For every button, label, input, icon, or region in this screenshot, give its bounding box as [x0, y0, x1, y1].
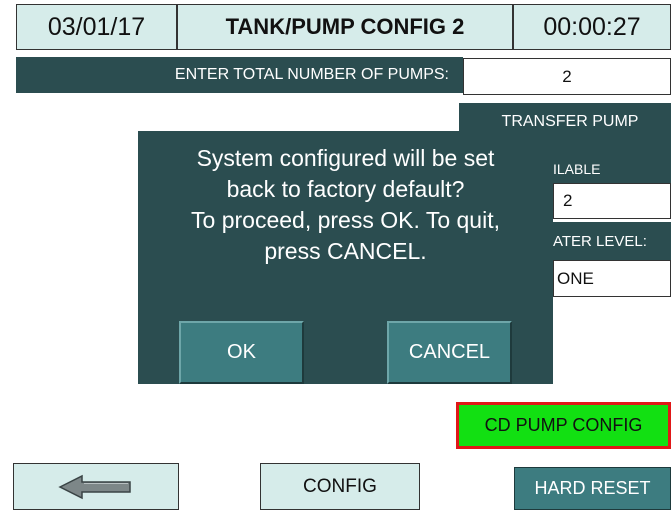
ok-button[interactable]: OK [179, 321, 304, 384]
page-title: TANK/PUMP CONFIG 2 [177, 4, 513, 50]
time-text: 00:00:27 [543, 12, 641, 41]
dialog-message: System configured will be set back to fa… [191, 145, 500, 264]
cancel-button-label: CANCEL [408, 341, 491, 363]
transfer-pump-header-text: TRANSFER PUMP [501, 113, 639, 130]
total-pumps-label: ENTER TOTAL NUMBER OF PUMPS: [16, 57, 463, 93]
water-level-label-text: ATER LEVEL: [553, 232, 647, 250]
time-display: 00:00:27 [513, 4, 671, 50]
arrow-left-icon [58, 474, 131, 499]
cd-pump-config-label: CD PUMP CONFIG [484, 415, 643, 435]
hard-reset-button-label: HARD RESET [534, 478, 651, 498]
transfer-pump-available-value: 2 [563, 191, 573, 210]
date-text: 03/01/17 [47, 12, 146, 41]
transfer-pump-available-label-text: ILABLE [553, 161, 601, 177]
water-level-input[interactable]: ONE [553, 260, 671, 297]
total-pumps-input[interactable]: 2 [463, 58, 671, 95]
back-button[interactable] [13, 463, 179, 510]
date-display: 03/01/17 [16, 4, 177, 50]
factory-default-dialog: System configured will be set back to fa… [138, 131, 553, 384]
total-pumps-label-text: ENTER TOTAL NUMBER OF PUMPS: [174, 66, 449, 83]
total-pumps-value: 2 [562, 66, 572, 86]
cd-pump-config-button[interactable]: CD PUMP CONFIG [456, 402, 671, 449]
page-title-text: TANK/PUMP CONFIG 2 [225, 14, 465, 39]
config-button[interactable]: CONFIG [260, 463, 420, 510]
water-level-value: ONE [557, 268, 594, 288]
ok-button-label: OK [227, 341, 256, 363]
cancel-button[interactable]: CANCEL [387, 321, 512, 384]
config-button-label: CONFIG [303, 475, 377, 497]
hard-reset-button[interactable]: HARD RESET [514, 467, 671, 510]
transfer-pump-available-input[interactable]: 2 [553, 183, 671, 219]
